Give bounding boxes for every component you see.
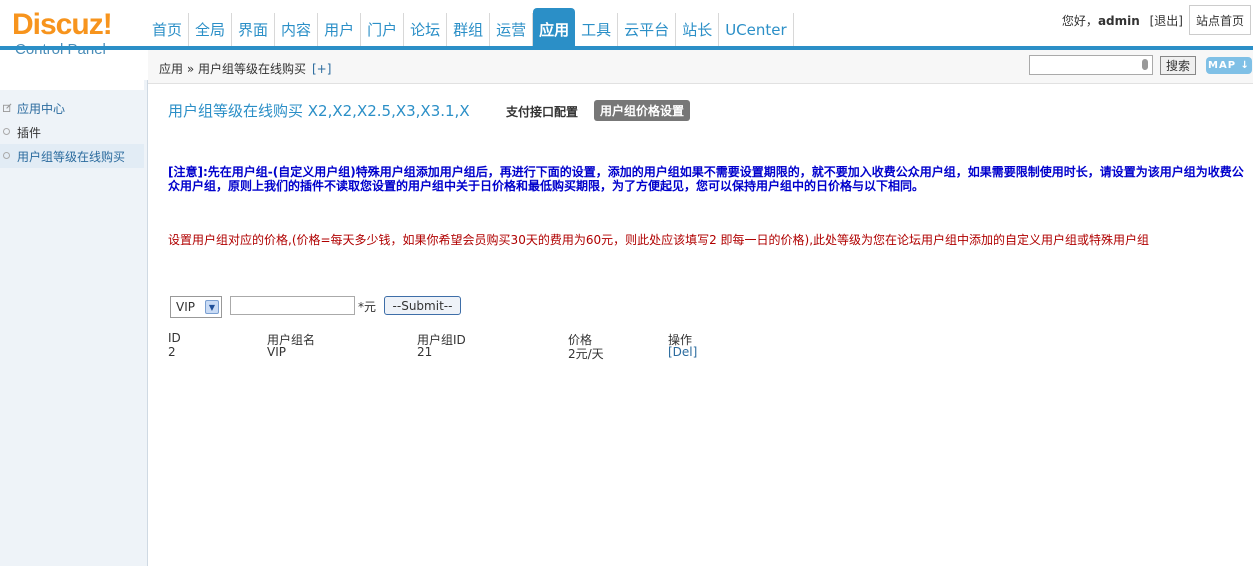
table-cell-id: 2 [168, 345, 176, 359]
logo-brand: Discuz! [12, 8, 113, 41]
header: Discuz! Control Panel 首页 全局 界面 内容 用户 门户 … [0, 0, 1253, 58]
tab-price-settings[interactable]: 用户组价格设置 [594, 100, 691, 121]
table-header-id: ID [168, 331, 181, 345]
price-input[interactable] [230, 296, 355, 315]
sidebar-item-label: 应用中心 [17, 101, 66, 116]
add-shortcut-link[interactable]: [+] [312, 62, 331, 76]
usergroup-select-value: VIP [176, 300, 195, 314]
sidebar-item-usergroup-purchase[interactable]: 用户组等级在线购买 [0, 144, 144, 168]
circle-icon [3, 128, 10, 135]
description-text: 设置用户组对应的价格,(价格=每天多少钱，如果你希望会员购买30天的费用为60元… [168, 233, 1150, 247]
logo-subtitle: Control Panel [15, 42, 132, 58]
nav-item-group[interactable]: 群组 [447, 13, 491, 46]
circle-icon [3, 152, 10, 159]
search-input[interactable] [1029, 55, 1153, 75]
notice-text: [注意]:先在用户组-(自定义用户组)特殊用户组添加用户组后，再进行下面的设置，… [168, 165, 1244, 193]
microphone-icon [1142, 59, 1148, 70]
nav-item-user[interactable]: 用户 [318, 13, 362, 46]
sidebar-item-label: 插件 [17, 125, 42, 140]
greeting: 您好， [1061, 14, 1098, 28]
nav-item-style[interactable]: 界面 [232, 13, 276, 46]
page-title: 用户组等级在线购买 X2,X2,X2.5,X3,X3.1,X [168, 102, 470, 120]
edit-icon [3, 103, 12, 112]
table-cell-price: 2元/天 [568, 347, 604, 361]
breadcrumb: 应用 » 用户组等级在线购买 [+] [159, 60, 331, 77]
username: admin [1097, 14, 1140, 28]
sidebar: 应用中心 插件 用户组等级在线购买 [0, 80, 148, 566]
nav-item-content[interactable]: 内容 [275, 13, 319, 46]
nav-item-forum[interactable]: 论坛 [404, 13, 448, 46]
map-button[interactable]: MAP ↓ [1206, 57, 1252, 74]
sub-bar: 应用 » 用户组等级在线购买 [+] 搜索 MAP ↓ [148, 50, 1253, 84]
tab-payment-config[interactable]: 支付接口配置 [506, 103, 578, 120]
sidebar-item-label: 用户组等级在线购买 [17, 149, 126, 164]
search-button[interactable]: 搜索 [1160, 56, 1196, 75]
nav-item-portal[interactable]: 门户 [361, 13, 405, 46]
nav-item-cloud[interactable]: 云平台 [618, 13, 677, 46]
nav-item-extended[interactable]: 运营 [490, 13, 534, 46]
user-bar: 您好，admin [退出] [1062, 12, 1183, 29]
main-nav: 首页 全局 界面 内容 用户 门户 论坛 群组 运营 应用 工具 云平台 站长 … [146, 8, 794, 46]
delete-link[interactable]: [Del] [668, 345, 697, 359]
nav-item-ucenter[interactable]: UCenter [719, 13, 794, 46]
nav-item-tools[interactable]: 工具 [575, 13, 619, 46]
usergroup-select[interactable]: VIP ▼ [170, 296, 222, 318]
table-cell-group-id: 21 [417, 345, 433, 359]
breadcrumb-path: 应用 » 用户组等级在线购买 [159, 62, 306, 76]
chevron-down-icon: ▼ [205, 300, 219, 314]
submit-button[interactable]: --Submit-- [384, 296, 461, 315]
logout-link[interactable]: [退出] [1150, 14, 1183, 28]
nav-item-plugin[interactable]: 应用 [533, 8, 576, 46]
sidebar-item-app-center[interactable]: 应用中心 [0, 96, 144, 120]
price-unit: *元 [358, 300, 377, 314]
sidebar-item-plugins[interactable]: 插件 [0, 120, 144, 144]
sidebar-top-gap [0, 80, 144, 90]
nav-item-global[interactable]: 全局 [189, 13, 233, 46]
logo[interactable]: Discuz! Control Panel [12, 10, 132, 62]
site-home-button[interactable]: 站点首页 [1189, 5, 1251, 35]
nav-item-home[interactable]: 首页 [146, 13, 190, 46]
table-cell-name: VIP [267, 345, 286, 359]
nav-item-founder[interactable]: 站长 [676, 13, 720, 46]
